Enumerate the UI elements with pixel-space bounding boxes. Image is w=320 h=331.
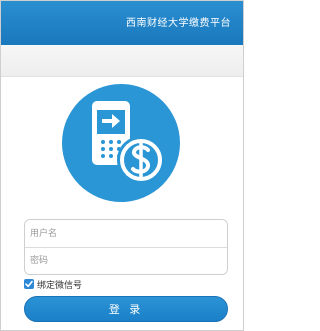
checkmark-icon: [25, 280, 33, 288]
login-form: [24, 219, 228, 275]
sub-bar: [1, 45, 243, 77]
header-title: 西南财经大学缴费平台: [126, 18, 231, 29]
bind-wechat-label: 绑定微信号: [37, 280, 83, 291]
phone-pay-icon: [62, 84, 180, 202]
bind-wechat-checkbox[interactable]: [24, 279, 34, 289]
app-header: 西南财经大学缴费平台: [1, 1, 243, 45]
username-input[interactable]: [25, 220, 227, 247]
login-button[interactable]: 登 录: [24, 296, 228, 322]
app-frame: 西南财经大学缴费平台 用户名 绑定微信号 登 录: [0, 0, 244, 331]
bind-wechat-row[interactable]: 绑定微信号: [24, 277, 82, 291]
password-input[interactable]: [25, 247, 227, 274]
